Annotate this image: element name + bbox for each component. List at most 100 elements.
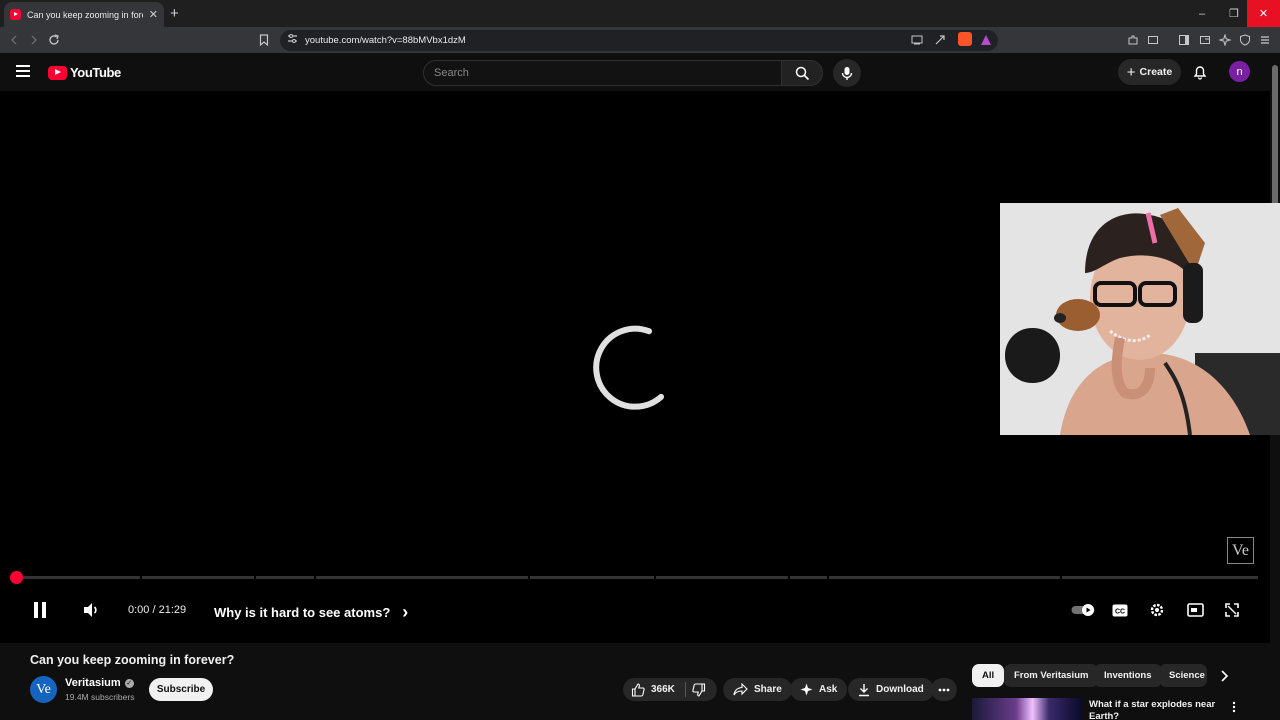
- scrubber-handle[interactable]: [10, 571, 23, 584]
- chevron-right-icon[interactable]: [1216, 668, 1232, 684]
- share-icon: [733, 683, 748, 696]
- channel-avatar[interactable]: Ve: [30, 676, 57, 703]
- youtube-logo[interactable]: YouTube: [48, 65, 121, 80]
- webcam-person-image: [1000, 203, 1280, 435]
- forward-icon[interactable]: [25, 31, 43, 49]
- tab-close-icon[interactable]: ✕: [149, 8, 158, 21]
- browser-tabstrip: Can you keep zooming in forever ✕ + – ❐ …: [0, 0, 1280, 27]
- more-actions-button[interactable]: [931, 678, 957, 701]
- fullscreen-icon: [1225, 603, 1239, 617]
- search-icon: [795, 66, 809, 80]
- tab-title: Can you keep zooming in forever: [27, 9, 143, 20]
- subscribe-button[interactable]: Subscribe: [149, 678, 213, 701]
- loading-spinner-icon: [593, 325, 665, 410]
- recommendation-title[interactable]: What if a star explodes near Earth?: [1089, 699, 1219, 720]
- notifications-bell-icon[interactable]: [1192, 64, 1208, 80]
- search-placeholder: Search: [434, 67, 469, 79]
- chip-from-veritasium[interactable]: From Veritasium: [1004, 664, 1099, 687]
- minimize-button[interactable]: –: [1186, 0, 1218, 27]
- settings-button[interactable]: [1147, 599, 1167, 621]
- back-icon[interactable]: [5, 31, 23, 49]
- chapter-marker: [140, 576, 142, 579]
- video-info-section: Can you keep zooming in forever? Ve Veri…: [0, 643, 1270, 720]
- chapter-title: Why is it hard to see atoms?: [214, 605, 391, 620]
- tab-search-icon[interactable]: [1196, 31, 1214, 49]
- progress-bar[interactable]: [12, 576, 1258, 579]
- create-button[interactable]: + Create: [1118, 59, 1181, 85]
- closed-captions-icon: CC: [1112, 604, 1128, 616]
- thumbs-down-icon: [692, 683, 706, 697]
- share-page-icon[interactable]: [931, 31, 949, 49]
- fullscreen-button[interactable]: [1222, 599, 1242, 621]
- more-vertical-icon[interactable]: [1232, 701, 1236, 713]
- chapter-title-button[interactable]: Why is it hard to see atoms? ›: [214, 602, 408, 623]
- window-close-button[interactable]: ✕: [1247, 0, 1280, 27]
- chip-science[interactable]: Science: [1159, 664, 1207, 687]
- wallet-icon[interactable]: [1144, 31, 1162, 49]
- autoplay-toggle[interactable]: [1071, 599, 1095, 621]
- cast-icon[interactable]: [908, 31, 926, 49]
- time-display: 0:00 / 21:29: [128, 604, 187, 616]
- voice-search-button[interactable]: [833, 59, 861, 87]
- browser-toolbar: youtube.com/watch?v=88bMVbx1dzM: [0, 27, 1280, 53]
- channel-name: Veritasium: [65, 677, 121, 689]
- mute-button[interactable]: [80, 599, 102, 621]
- video-player[interactable]: Ve 0:00 / 21:29 Why is it hard to see at…: [0, 91, 1280, 643]
- youtube-masthead: YouTube Search + Create n: [0, 53, 1270, 91]
- chapter-marker: [314, 576, 316, 579]
- recommendation-thumbnail[interactable]: [972, 698, 1082, 720]
- thumbs-up-icon: [631, 682, 645, 697]
- share-button[interactable]: Share: [723, 678, 792, 701]
- miniplayer-icon: [1186, 603, 1204, 617]
- search-input[interactable]: Search: [423, 60, 782, 86]
- restore-button[interactable]: ❐: [1218, 0, 1250, 27]
- reload-icon[interactable]: [45, 31, 63, 49]
- create-label: Create: [1139, 66, 1173, 78]
- subtitles-button[interactable]: CC: [1110, 599, 1130, 621]
- channel-watermark[interactable]: Ve: [1227, 537, 1254, 564]
- search-button[interactable]: [781, 60, 823, 86]
- site-settings-icon[interactable]: [287, 33, 301, 47]
- subscriber-count: 19.4M subscribers: [65, 692, 135, 702]
- address-bar[interactable]: youtube.com/watch?v=88bMVbx1dzM: [280, 30, 998, 51]
- youtube-logo-text: YouTube: [70, 65, 121, 80]
- plus-icon: +: [1126, 63, 1136, 81]
- guide-menu-icon[interactable]: [16, 65, 30, 77]
- pause-button[interactable]: [30, 599, 50, 621]
- browser-menu-icon[interactable]: [1256, 31, 1274, 49]
- pause-icon: [34, 602, 46, 618]
- chip-inventions[interactable]: Inventions: [1094, 664, 1162, 687]
- dislike-button[interactable]: [690, 682, 708, 698]
- chip-all[interactable]: All: [972, 664, 1005, 687]
- channel-name-link[interactable]: Veritasium ✓: [65, 677, 134, 689]
- brave-rewards-icon[interactable]: [977, 31, 995, 49]
- browser-tab[interactable]: Can you keep zooming in forever ✕: [4, 2, 164, 27]
- ask-button[interactable]: Ask: [790, 678, 848, 701]
- new-tab-button[interactable]: +: [170, 5, 179, 22]
- like-button[interactable]: 366K: [631, 682, 675, 697]
- miniplayer-button[interactable]: [1185, 599, 1205, 621]
- bookmark-icon[interactable]: [255, 31, 273, 49]
- video-title: Can you keep zooming in forever?: [30, 653, 235, 667]
- brave-shield-icon[interactable]: [958, 32, 972, 46]
- extensions-icon[interactable]: [1124, 31, 1142, 49]
- sparkle-icon: [800, 683, 813, 696]
- vpn-shield-icon[interactable]: [1236, 31, 1254, 49]
- volume-icon: [84, 603, 97, 617]
- chapter-marker: [827, 576, 829, 579]
- verified-badge-icon: ✓: [124, 678, 134, 688]
- leo-ai-icon[interactable]: [1216, 31, 1234, 49]
- ask-label: Ask: [819, 684, 838, 695]
- download-button[interactable]: Download: [848, 678, 934, 701]
- chapter-marker: [654, 576, 656, 579]
- share-label: Share: [754, 684, 782, 695]
- user-avatar[interactable]: n: [1229, 61, 1250, 82]
- svg-text:CC: CC: [1115, 608, 1125, 615]
- youtube-play-logo-icon: [48, 65, 67, 80]
- autoplay-toggle-icon: [1071, 604, 1095, 616]
- chapter-marker: [254, 576, 256, 579]
- sidebar-icon[interactable]: [1175, 31, 1193, 49]
- webcam-overlay: [1000, 203, 1280, 435]
- download-icon: [859, 683, 869, 696]
- gear-icon: [1150, 603, 1164, 617]
